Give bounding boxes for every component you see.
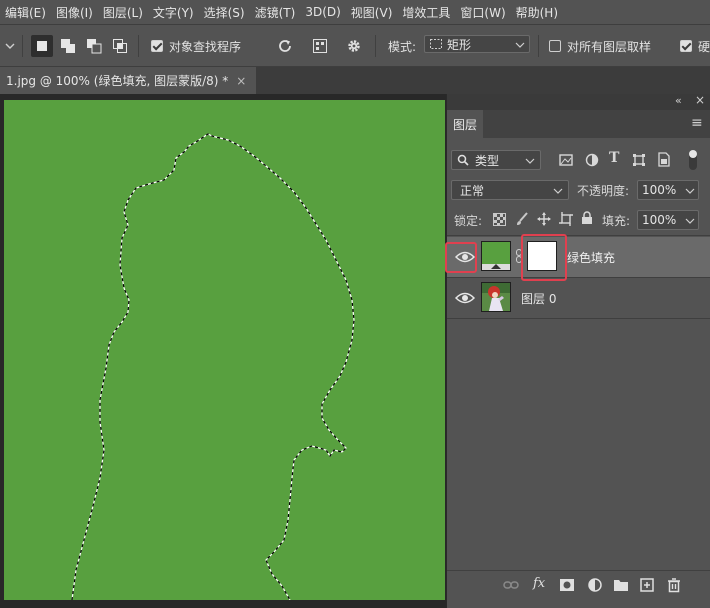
chevron-down-icon [685,218,695,224]
mode-select[interactable]: 矩形 [424,35,530,53]
mode-label: 模式: [388,40,417,54]
blend-mode-select[interactable]: 正常 [451,180,569,200]
menu-item[interactable]: 选择(S) [199,4,250,21]
layer-filter-select[interactable]: 类型 [451,150,541,170]
tab-layers[interactable]: 图层 [447,110,483,138]
link-layers-icon[interactable] [503,577,519,593]
menu-item[interactable]: 视图(V) [346,4,398,21]
sample-all-layers-label: 对所有图层取样 [567,40,652,54]
menu-item[interactable]: 滤镜(T) [250,4,301,21]
gear-icon[interactable] [343,35,365,57]
new-group-folder-icon[interactable] [613,577,629,593]
lock-pixels-brush-icon[interactable] [515,212,529,226]
add-to-selection-button[interactable] [57,35,79,57]
menu-item[interactable]: 帮助(H) [511,4,563,21]
lock-transparency-icon[interactable] [493,213,506,226]
chevron-down-icon [515,42,525,48]
fill-value: 100% [642,213,677,227]
blend-mode-value: 正常 [460,183,485,198]
sample-all-layers-checkbox[interactable] [549,40,561,52]
layer-style-fx-icon[interactable]: fx [533,576,545,591]
tab-layers-label: 图层 [452,117,477,132]
menu-item[interactable]: 编辑(E) [0,4,51,21]
refresh-icon[interactable] [274,35,296,57]
menu-item[interactable]: 增效工具 [397,4,455,21]
new-layer-icon[interactable] [639,577,655,593]
hard-edge-checkbox[interactable] [680,40,692,52]
menu-item[interactable]: 3D(D) [300,5,345,19]
chevron-down-icon [685,188,695,194]
panel-header-strip: « × [447,93,710,110]
image-canvas[interactable] [4,100,445,600]
opacity-value: 100% [642,183,677,197]
layer-name: 图层 0 [521,292,557,306]
layer-row-layer-0[interactable]: 图层 0 [447,278,710,318]
chevron-down-icon [525,158,535,164]
search-icon [457,154,469,166]
menu-item[interactable]: 图层(L) [98,4,148,21]
panel-menu-icon[interactable]: ≡ [691,115,703,131]
menu-item[interactable]: 图像(I) [51,4,98,21]
panel-tab-strip: 图层 ≡ [447,110,710,138]
layer-row-green-fill[interactable]: 绿色填充 [447,237,710,277]
selection-marquee [71,133,355,600]
menu-item[interactable]: 窗口(W) [455,4,510,21]
tool-preset-chevron-icon[interactable] [2,35,18,57]
fill-field[interactable]: 100% [637,210,699,230]
mask-highlight-box [521,234,567,281]
lock-all-icon[interactable] [581,211,593,225]
layers-bottom-toolbar: fx [447,570,710,599]
new-selection-button[interactable] [31,35,53,57]
visibility-highlight-box [445,242,477,273]
lock-label: 锁定: [454,214,483,228]
photo-layer-thumbnail[interactable] [481,282,511,312]
collapse-panel-icon[interactable]: « [675,94,682,107]
layers-panel: « × 图层 ≡ 类型 T 正常 不透明度: 100% 锁定: 填充: 100% [445,93,710,608]
show-all-objects-icon[interactable] [309,35,331,57]
add-mask-icon[interactable] [559,577,575,593]
layer-name: 绿色填充 [567,251,616,265]
smart-object-filter-icon[interactable] [657,152,671,167]
hard-edge-label: 硬 [698,40,710,54]
delete-layer-trash-icon[interactable] [666,577,682,593]
menu-item[interactable]: 文字(Y) [148,4,199,21]
new-adjustment-layer-icon[interactable] [587,577,603,593]
opacity-field[interactable]: 100% [637,180,699,200]
document-tab-title: 1.jpg @ 100% (绿色填充, 图层蒙版/8) * [6,74,229,88]
layer-filter-value: 类型 [475,153,500,168]
lock-position-move-icon[interactable] [537,212,551,226]
close-icon[interactable]: × [236,74,246,88]
shape-filter-icon[interactable] [632,153,646,167]
fill-layer-thumbnail[interactable] [481,241,511,271]
close-panel-icon[interactable]: × [695,93,705,107]
options-bar: 对象查找程序 模式: 矩形 对所有图层取样 硬 [0,24,710,67]
chevron-down-icon [553,188,563,194]
subtract-from-selection-button[interactable] [83,35,105,57]
image-filter-icon[interactable] [559,154,573,166]
object-finder-checkbox[interactable] [151,40,163,52]
fill-label: 填充: [602,214,631,228]
document-tab[interactable]: 1.jpg @ 100% (绿色填充, 图层蒙版/8) * × [0,67,257,94]
lock-artboard-icon[interactable] [559,212,573,226]
mode-value: 矩形 [447,37,472,52]
adjustment-filter-icon[interactable] [585,153,599,167]
eye-icon[interactable] [455,291,475,305]
menu-bar: 编辑(E) 图像(I) 图层(L) 文字(Y) 选择(S) 滤镜(T) 3D(D) 视图(V)… [0,0,710,24]
object-finder-label: 对象查找程序 [169,40,242,54]
intersect-selection-button[interactable] [109,35,131,57]
filter-toggle-switch[interactable] [689,150,697,170]
type-filter-icon[interactable]: T [609,150,619,166]
document-tab-bar: 1.jpg @ 100% (绿色填充, 图层蒙版/8) * × [0,67,710,94]
opacity-label: 不透明度: [577,184,630,198]
